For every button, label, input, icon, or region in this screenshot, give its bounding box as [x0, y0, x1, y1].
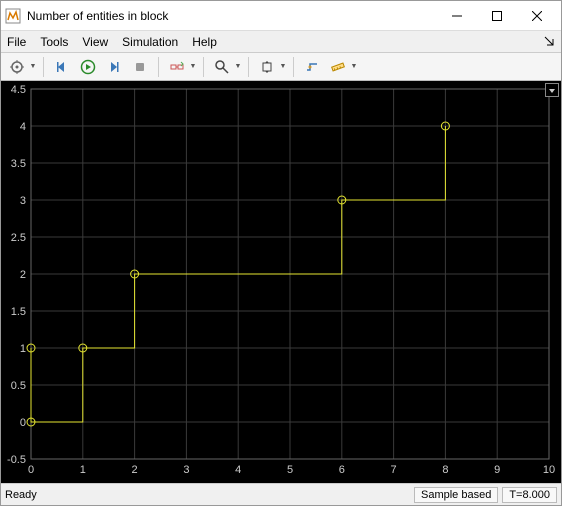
titlebar: Number of entities in block	[1, 1, 561, 31]
svg-text:1.5: 1.5	[11, 306, 26, 318]
stop-button[interactable]	[128, 56, 152, 78]
minimize-button[interactable]	[437, 2, 477, 30]
status-time: T=8.000	[502, 487, 557, 503]
run-button[interactable]	[76, 56, 100, 78]
window-controls	[437, 2, 557, 30]
svg-text:7: 7	[391, 464, 397, 476]
statusbar: Ready Sample based T=8.000	[1, 483, 561, 505]
separator	[293, 57, 294, 77]
svg-text:0: 0	[20, 417, 26, 429]
svg-text:3: 3	[183, 464, 189, 476]
svg-text:4.5: 4.5	[11, 84, 26, 96]
zoom-button[interactable]	[210, 56, 234, 78]
svg-text:1: 1	[20, 343, 26, 355]
signal-button[interactable]	[165, 56, 189, 78]
triggers-button[interactable]	[300, 56, 324, 78]
svg-text:3.5: 3.5	[11, 158, 26, 170]
legend-toggle-icon[interactable]	[545, 83, 559, 97]
measurements-button[interactable]	[326, 56, 350, 78]
measurements-dropdown[interactable]: ▼	[350, 63, 358, 70]
configure-button[interactable]	[5, 56, 29, 78]
menu-simulation[interactable]: Simulation	[122, 35, 178, 49]
toolbar: ▼ ▼ ▼ ▼ ▼	[1, 53, 561, 81]
menubar: File Tools View Simulation Help	[1, 31, 561, 53]
app-icon	[5, 8, 21, 24]
svg-text:6: 6	[339, 464, 345, 476]
status-ready: Ready	[5, 489, 410, 501]
svg-text:1: 1	[80, 464, 86, 476]
menu-file[interactable]: File	[7, 35, 26, 49]
autoscale-button[interactable]	[255, 56, 279, 78]
svg-text:5: 5	[287, 464, 293, 476]
separator	[43, 57, 44, 77]
svg-text:3: 3	[20, 195, 26, 207]
autoscale-dropdown[interactable]: ▼	[279, 63, 287, 70]
svg-text:9: 9	[494, 464, 500, 476]
svg-text:2: 2	[132, 464, 138, 476]
separator	[203, 57, 204, 77]
maximize-button[interactable]	[477, 2, 517, 30]
configure-dropdown[interactable]: ▼	[29, 63, 37, 70]
menu-tools[interactable]: Tools	[40, 35, 68, 49]
step-forward-button[interactable]	[102, 56, 126, 78]
signal-dropdown[interactable]: ▼	[189, 63, 197, 70]
svg-text:4: 4	[235, 464, 241, 476]
svg-text:2: 2	[20, 269, 26, 281]
plot-area[interactable]: 012345678910-0.500.511.522.533.544.5	[1, 81, 561, 483]
chart: 012345678910-0.500.511.522.533.544.5	[1, 81, 561, 483]
close-button[interactable]	[517, 2, 557, 30]
svg-text:2.5: 2.5	[11, 232, 26, 244]
svg-text:0: 0	[28, 464, 34, 476]
svg-text:-0.5: -0.5	[7, 454, 26, 466]
svg-text:4: 4	[20, 121, 26, 133]
svg-text:8: 8	[442, 464, 448, 476]
svg-text:0.5: 0.5	[11, 380, 26, 392]
window-title: Number of entities in block	[27, 9, 437, 23]
dock-icon[interactable]	[543, 35, 555, 47]
status-mode: Sample based	[414, 487, 498, 503]
svg-text:10: 10	[543, 464, 555, 476]
menu-help[interactable]: Help	[192, 35, 217, 49]
step-back-button[interactable]	[50, 56, 74, 78]
zoom-dropdown[interactable]: ▼	[234, 63, 242, 70]
separator	[158, 57, 159, 77]
menu-view[interactable]: View	[82, 35, 108, 49]
separator	[248, 57, 249, 77]
